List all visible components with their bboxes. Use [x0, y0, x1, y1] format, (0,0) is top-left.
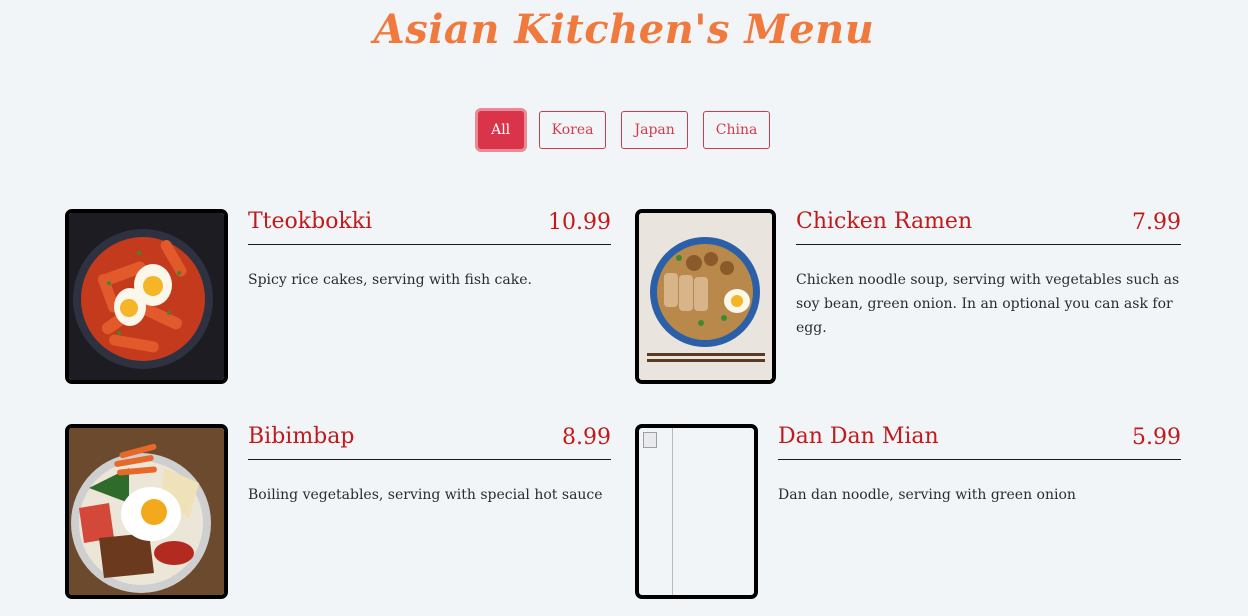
- item-name: Tteokbokki: [248, 209, 373, 234]
- item-header: Dan Dan Mian 5.99: [778, 424, 1181, 460]
- page-title: Asian Kitchen's Menu: [373, 6, 875, 53]
- category-filters: All Korea Japan China: [0, 111, 1248, 149]
- filter-china-button[interactable]: China: [702, 111, 771, 149]
- item-price: 7.99: [1132, 210, 1181, 235]
- chicken-ramen-photo: [635, 209, 776, 384]
- item-name: Dan Dan Mian: [778, 424, 939, 449]
- item-price: 5.99: [1132, 425, 1181, 450]
- broken-image-placeholder: [639, 428, 673, 595]
- item-description: Boiling vegetables, serving with special…: [248, 487, 603, 503]
- item-description: Chicken noodle soup, serving with vegeta…: [796, 272, 1180, 336]
- menu-page: Asian Kitchen's Menu All Korea Japan Chi…: [0, 0, 1248, 616]
- filter-all-button[interactable]: All: [477, 111, 524, 149]
- item-name: Bibimbap: [248, 424, 355, 449]
- item-price: 10.99: [548, 210, 611, 235]
- item-header: Tteokbokki 10.99: [248, 209, 611, 245]
- item-description: Spicy rice cakes, serving with fish cake…: [248, 272, 532, 288]
- bibimbap-photo: [65, 424, 228, 599]
- tteokbokki-photo: [65, 209, 228, 384]
- item-header: Chicken Ramen 7.99: [796, 209, 1181, 245]
- filter-japan-button[interactable]: Japan: [621, 111, 688, 149]
- item-header: Bibimbap 8.99: [248, 424, 611, 460]
- dan-dan-mian-photo-broken: [635, 424, 758, 599]
- item-price: 8.99: [562, 425, 611, 450]
- item-name: Chicken Ramen: [796, 209, 973, 234]
- filter-korea-button[interactable]: Korea: [538, 111, 607, 149]
- broken-image-icon: [643, 432, 657, 448]
- item-description: Dan dan noodle, serving with green onion: [778, 487, 1076, 503]
